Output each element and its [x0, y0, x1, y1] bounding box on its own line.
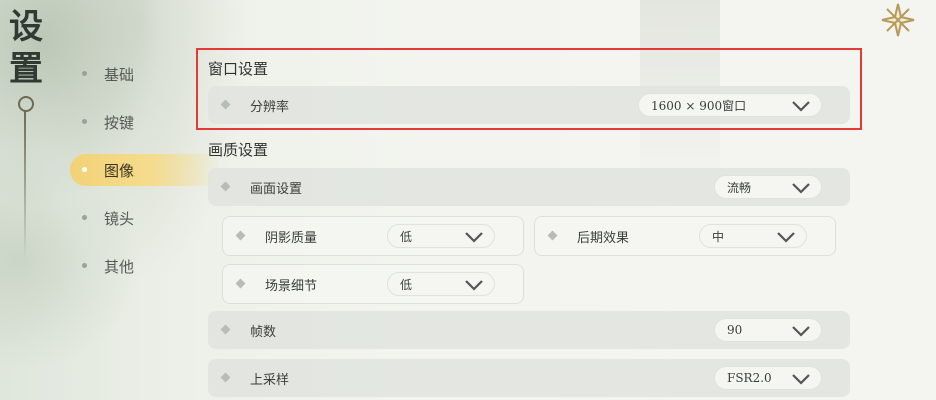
shadow-dropdown[interactable]: 低 — [387, 224, 495, 248]
sidebar-item-label: 基础 — [104, 65, 135, 84]
fps-dropdown[interactable]: 90 — [714, 318, 822, 342]
diamond-bullet-icon — [220, 181, 231, 192]
bullet-icon — [82, 263, 87, 268]
sidebar-item-camera[interactable]: 镜头 — [70, 194, 220, 242]
sidebar-item-other[interactable]: 其他 — [70, 242, 220, 290]
upscale-dropdown[interactable]: FSR2.0 — [714, 366, 822, 390]
page-title: 设 置 — [6, 6, 46, 90]
chevron-down-icon — [777, 232, 795, 243]
preset-row: 画面设置 流畅 — [208, 168, 850, 206]
title-seal-icon — [18, 96, 34, 112]
chevron-down-icon — [465, 280, 483, 291]
sidebar-item-label: 图像 — [104, 161, 135, 180]
fps-value: 90 — [727, 323, 743, 337]
post-effects-dropdown[interactable]: 中 — [699, 224, 807, 248]
chevron-down-icon — [792, 326, 810, 337]
upscale-value: FSR2.0 — [727, 371, 772, 385]
diamond-bullet-icon — [220, 324, 231, 335]
bullet-icon — [82, 119, 87, 124]
page-title-char-2: 置 — [9, 49, 43, 89]
diamond-bullet-icon — [235, 230, 246, 241]
bullet-icon — [82, 215, 87, 220]
sidebar-item-image[interactable]: 图像 — [70, 154, 220, 186]
title-stem-decoration — [24, 110, 26, 260]
scene-detail-value: 低 — [400, 277, 413, 292]
scene-detail-label: 场景细节 — [265, 279, 318, 294]
diamond-bullet-icon — [547, 230, 558, 241]
shadow-row: 阴影质量 低 — [222, 216, 524, 256]
post-effects-label: 后期效果 — [577, 231, 630, 246]
quality-settings-title: 画质设置 — [208, 141, 269, 159]
highlight-box — [196, 48, 862, 130]
chevron-down-icon — [792, 183, 810, 194]
chevron-down-icon — [792, 374, 810, 385]
preset-label: 画面设置 — [250, 182, 303, 197]
shadow-label: 阴影质量 — [265, 231, 318, 246]
chevron-down-icon — [465, 232, 483, 243]
post-effects-value: 中 — [712, 229, 725, 244]
preset-dropdown[interactable]: 流畅 — [714, 175, 822, 199]
sidebar-item-label: 其他 — [104, 257, 135, 276]
preset-value: 流畅 — [727, 180, 752, 195]
diamond-bullet-icon — [235, 278, 246, 289]
fps-label: 帧数 — [250, 325, 277, 340]
bullet-icon — [82, 71, 87, 76]
diamond-bullet-icon — [220, 372, 231, 383]
bullet-icon — [82, 167, 87, 172]
upscale-row: 上采样 FSR2.0 — [208, 359, 850, 397]
page-title-char-1: 设 — [9, 7, 43, 47]
sidebar-item-label: 镜头 — [104, 209, 135, 228]
upscale-label: 上采样 — [250, 373, 290, 388]
post-effects-row: 后期效果 中 — [534, 216, 836, 256]
scene-detail-row: 场景细节 低 — [222, 264, 524, 304]
sidebar-item-label: 按键 — [104, 113, 135, 132]
scene-detail-dropdown[interactable]: 低 — [387, 272, 495, 296]
fps-row: 帧数 90 — [208, 311, 850, 349]
shadow-value: 低 — [400, 229, 413, 244]
flower-star-icon[interactable] — [880, 2, 916, 38]
